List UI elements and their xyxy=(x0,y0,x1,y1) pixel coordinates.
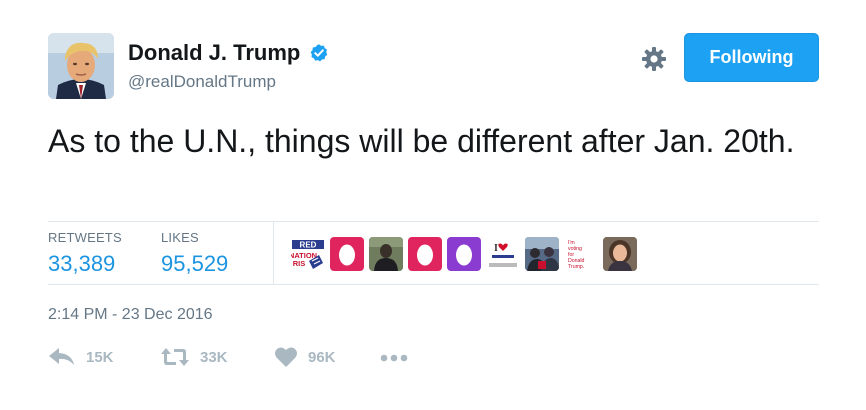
divider-bottom xyxy=(48,284,819,285)
avatar-photo xyxy=(48,33,114,99)
tweet-text: As to the U.N., things will be different… xyxy=(48,123,795,159)
liker-avatar[interactable]: RED NATION RIS xyxy=(291,237,325,271)
retweets-stat[interactable]: RETWEETS 33,389 xyxy=(48,230,122,277)
tweet-timestamp[interactable]: 2:14 PM - 23 Dec 2016 xyxy=(48,306,213,324)
liker-avatar[interactable] xyxy=(525,237,559,271)
like-button[interactable]: 96K xyxy=(274,346,336,368)
reply-count: 15K xyxy=(86,348,114,366)
likes-count[interactable]: 95,529 xyxy=(161,251,228,277)
author-info: Donald J. Trump @realDonaldTrump xyxy=(128,40,329,92)
verified-badge-icon xyxy=(310,44,327,62)
likes-stat[interactable]: LIKES 95,529 xyxy=(161,230,228,277)
liker-avatar[interactable] xyxy=(447,237,481,271)
gear-icon[interactable] xyxy=(641,46,667,72)
liker-avatar[interactable] xyxy=(408,237,442,271)
reply-icon xyxy=(49,348,74,365)
heart-icon xyxy=(275,347,297,367)
svg-text:I: I xyxy=(494,243,498,254)
retweets-count[interactable]: 33,389 xyxy=(48,251,122,277)
liker-avatar[interactable]: I'm voting for Donald Trump. xyxy=(564,237,598,271)
svg-text:Trump.: Trump. xyxy=(568,264,584,270)
retweets-label: RETWEETS xyxy=(48,230,122,245)
likes-label: LIKES xyxy=(161,230,199,245)
retweet-button[interactable]: 33K xyxy=(160,346,228,368)
following-button[interactable]: Following xyxy=(684,33,819,82)
svg-text:RED: RED xyxy=(300,241,317,250)
author-handle[interactable]: @realDonaldTrump xyxy=(128,72,329,92)
tweet-card: Donald J. Trump @realDonaldTrump Followi… xyxy=(0,0,866,410)
more-button[interactable] xyxy=(380,354,408,362)
author-display-name[interactable]: Donald J. Trump xyxy=(128,40,300,66)
retweet-icon xyxy=(161,348,189,366)
liker-avatar[interactable] xyxy=(330,237,364,271)
liker-avatar[interactable] xyxy=(603,237,637,271)
like-count: 96K xyxy=(308,348,336,366)
svg-text:RIS: RIS xyxy=(293,259,306,268)
liker-avatar[interactable] xyxy=(369,237,403,271)
author-avatar[interactable] xyxy=(48,33,114,99)
retweet-count: 33K xyxy=(200,348,228,366)
stats-separator xyxy=(273,222,274,284)
tweet-stats: RETWEETS 33,389 LIKES 95,529 RED NATION … xyxy=(48,222,819,284)
reply-button[interactable]: 15K xyxy=(48,346,114,368)
liker-avatar[interactable]: I xyxy=(486,237,520,271)
more-dots-icon xyxy=(380,354,408,362)
liker-avatars: RED NATION RIS I I'm voting for Donald T… xyxy=(291,237,642,271)
